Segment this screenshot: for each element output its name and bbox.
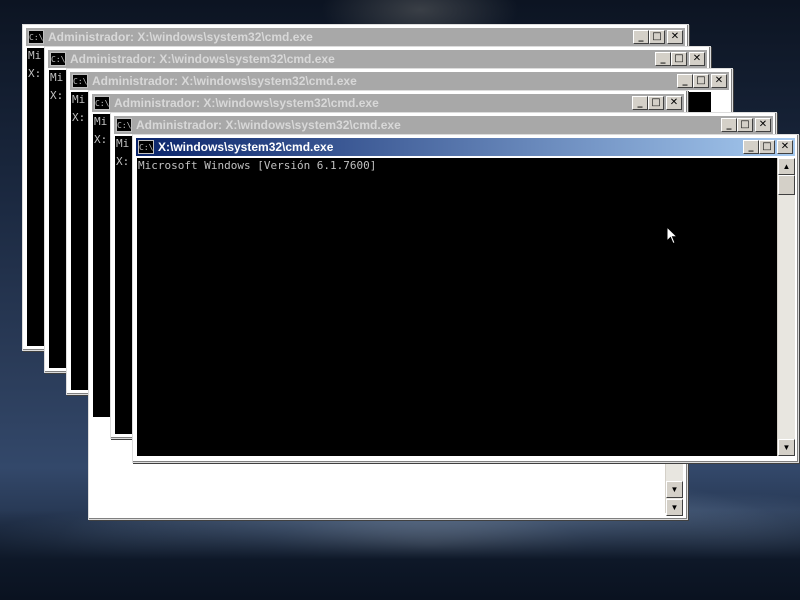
cmd-app-icon: C:\ bbox=[116, 118, 132, 132]
minimize-button[interactable]: _ bbox=[655, 52, 671, 66]
maximize-button[interactable]: □ bbox=[693, 74, 709, 88]
mountain-ridge bbox=[0, 510, 800, 600]
window-titlebar[interactable]: C:\ Administrador: X:\windows\system32\c… bbox=[48, 50, 707, 68]
window-title: Administrador: X:\windows\system32\cmd.e… bbox=[70, 52, 335, 66]
window-title: Administrador: X:\windows\system32\cmd.e… bbox=[48, 30, 313, 44]
close-button[interactable]: ✕ bbox=[667, 30, 683, 44]
minimize-button[interactable]: _ bbox=[633, 30, 649, 44]
cmd-app-icon: C:\ bbox=[50, 52, 66, 66]
scrollbar-thumb[interactable] bbox=[778, 175, 795, 195]
console-line: Microsoft Windows [Versión 6.1.7600] bbox=[138, 159, 377, 172]
mouse-pointer-icon bbox=[666, 226, 678, 245]
close-button[interactable]: ✕ bbox=[689, 52, 705, 66]
maximize-button[interactable]: □ bbox=[737, 118, 753, 132]
window-title: X:\windows\system32\cmd.exe bbox=[158, 140, 334, 154]
minimize-button[interactable]: _ bbox=[743, 140, 759, 154]
cmd-app-icon: C:\ bbox=[94, 96, 110, 110]
window-titlebar[interactable]: C:\ Administrador: X:\windows\system32\c… bbox=[114, 116, 773, 134]
cmd-window-active[interactable]: C:\ X:\windows\system32\cmd.exe _ □ ✕ Mi… bbox=[132, 134, 799, 463]
window-title: Administrador: X:\windows\system32\cmd.e… bbox=[114, 96, 379, 110]
maximize-button[interactable]: □ bbox=[648, 96, 664, 110]
vertical-scrollbar[interactable]: ▼ ▼ bbox=[665, 461, 683, 516]
cmd-app-icon: C:\ bbox=[28, 30, 44, 44]
window-titlebar[interactable]: C:\ X:\windows\system32\cmd.exe _ □ ✕ bbox=[136, 138, 795, 156]
close-button[interactable]: ✕ bbox=[777, 140, 793, 154]
console-area[interactable]: Microsoft Windows [Versión 6.1.7600] bbox=[137, 158, 778, 456]
close-button[interactable]: ✕ bbox=[755, 118, 771, 132]
window-titlebar[interactable]: C:\ Administrador: X:\windows\system32\c… bbox=[26, 28, 685, 46]
vertical-scrollbar[interactable]: ▲ ▼ bbox=[777, 158, 795, 456]
window-title: Administrador: X:\windows\system32\cmd.e… bbox=[136, 118, 401, 132]
cmd-app-icon: C:\ bbox=[72, 74, 88, 88]
maximize-button[interactable]: □ bbox=[649, 30, 665, 44]
scroll-down-icon[interactable]: ▼ bbox=[666, 499, 683, 516]
scroll-down-icon[interactable]: ▼ bbox=[778, 439, 795, 456]
close-button[interactable]: ✕ bbox=[666, 96, 682, 110]
maximize-button[interactable]: □ bbox=[671, 52, 687, 66]
window-titlebar[interactable]: C:\ Administrador: X:\windows\system32\c… bbox=[92, 94, 684, 112]
window-title: Administrador: X:\windows\system32\cmd.e… bbox=[92, 74, 357, 88]
minimize-button[interactable]: _ bbox=[632, 96, 648, 110]
scroll-up-icon[interactable]: ▲ bbox=[778, 158, 795, 175]
maximize-button[interactable]: □ bbox=[759, 140, 775, 154]
scroll-down-icon[interactable]: ▼ bbox=[666, 481, 683, 498]
window-titlebar[interactable]: C:\ Administrador: X:\windows\system32\c… bbox=[70, 72, 729, 90]
close-button[interactable]: ✕ bbox=[711, 74, 727, 88]
minimize-button[interactable]: _ bbox=[721, 118, 737, 132]
minimize-button[interactable]: _ bbox=[677, 74, 693, 88]
cmd-app-icon: C:\ bbox=[138, 140, 154, 154]
